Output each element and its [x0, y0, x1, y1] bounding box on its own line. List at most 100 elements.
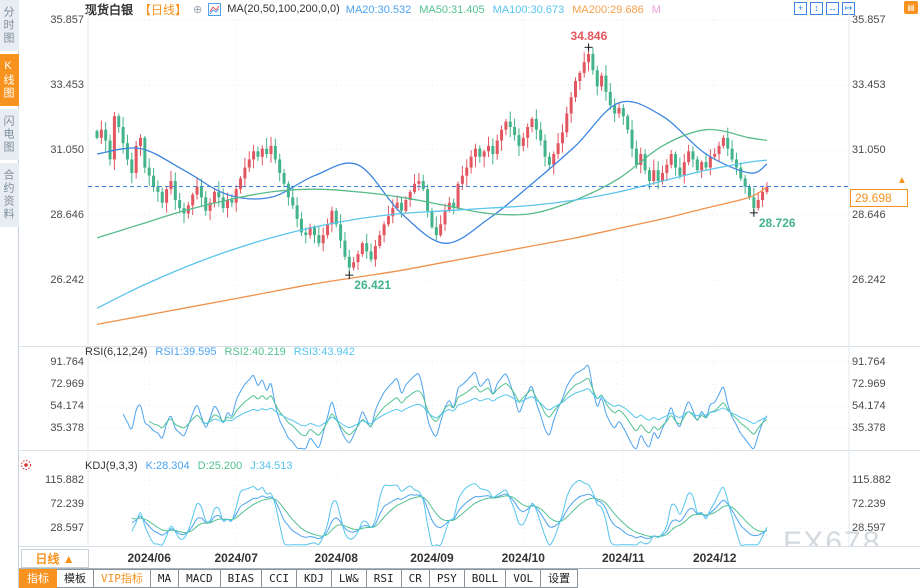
candle-body [104, 130, 107, 141]
candle-body [600, 76, 603, 87]
candle-body [270, 146, 273, 154]
xaxis-month-label: 2024/11 [602, 551, 645, 565]
candle-body [618, 108, 621, 113]
candle-body [574, 81, 577, 97]
indicator-tab-RSI[interactable]: RSI [367, 569, 402, 588]
candle-body [122, 127, 125, 143]
candle-body [570, 97, 573, 113]
rsi-axis-label-left: 54.174 [22, 400, 84, 412]
candle-body [548, 157, 551, 165]
candle-body [517, 135, 520, 146]
rsi-value-1: RSI2:40.219 [225, 346, 286, 358]
candle-body [174, 181, 177, 200]
indicator-tab-BOLL[interactable]: BOLL [465, 569, 507, 588]
candle-body [731, 149, 734, 160]
indicator-tab-CCI[interactable]: CCI [262, 569, 297, 588]
candle-body [387, 216, 390, 224]
candle-body [465, 168, 468, 176]
indicator-tab-1[interactable]: 模板 [57, 569, 94, 588]
rsi-title: RSI(6,12,24) [85, 346, 147, 358]
indicator-tab-14[interactable]: 设置 [541, 569, 578, 588]
main-axis-label-right: 31.050 [852, 144, 886, 156]
candle-body [491, 146, 494, 154]
xaxis-month-label: 2024/06 [127, 551, 170, 565]
xaxis-month-label: 2024/07 [214, 551, 257, 565]
indicator-tab-VOL[interactable]: VOL [506, 569, 541, 588]
indicator-tab-LW[interactable]: LW& [332, 569, 367, 588]
indicator-tab-MACD[interactable]: MACD [179, 569, 221, 588]
candle-body [196, 186, 199, 194]
candle-body [339, 224, 342, 240]
candle-body [191, 195, 194, 206]
candle-body [265, 149, 268, 154]
period-selector[interactable]: 日线 ▲ [21, 549, 89, 568]
candle-body [474, 149, 477, 157]
xaxis-month-label: 2024/08 [315, 551, 358, 565]
candle-body [117, 116, 120, 127]
xaxis-month-label: 2024/10 [502, 551, 545, 565]
candle-body [426, 189, 429, 211]
candle-body [657, 170, 660, 181]
candle-body [722, 138, 725, 146]
candle-body [487, 146, 490, 151]
candle-body [100, 130, 103, 138]
candle-body [674, 154, 677, 168]
candle-body [478, 149, 481, 157]
indicator-tab-KDJ[interactable]: KDJ [297, 569, 332, 588]
candle-body [500, 130, 503, 141]
candle-body [343, 241, 346, 257]
rsi-value-0: RSI1:39.595 [155, 346, 216, 358]
candle-body [135, 146, 138, 173]
candle-body [148, 168, 151, 176]
candle-body [461, 176, 464, 184]
kdj-value-1: D:25.200 [198, 460, 243, 472]
xaxis-month-label: 2024/12 [693, 551, 736, 565]
indicator-tab-PSY[interactable]: PSY [430, 569, 465, 588]
candle-body [670, 154, 673, 165]
indicator-tab-MA[interactable]: MA [151, 569, 179, 588]
price-chart-svg[interactable] [0, 0, 920, 568]
kdj-title: KDJ(9,3,3) [85, 460, 138, 472]
candle-body [365, 243, 368, 251]
indicator-tab-VIP[interactable]: VIP指标 [94, 569, 151, 588]
candle-body [522, 138, 525, 146]
indicator-tab-CR[interactable]: CR [402, 569, 430, 588]
main-axis-label-right: 28.646 [852, 209, 886, 221]
candle-body [561, 132, 564, 143]
rsi-value-2: RSI3:43.942 [294, 346, 355, 358]
indicator-tab-BIAS[interactable]: BIAS [221, 569, 263, 588]
candle-body [313, 227, 316, 235]
main-axis-label-right: 26.242 [852, 274, 886, 286]
candle-body [217, 192, 220, 197]
candle-body [291, 197, 294, 205]
candle-body [278, 159, 281, 173]
candle-body [609, 92, 612, 106]
candle-body [748, 186, 751, 197]
candle-body [578, 73, 581, 81]
candle-body [256, 151, 259, 156]
candle-body [161, 192, 164, 203]
candle-body [96, 131, 99, 138]
candle-body [504, 122, 507, 130]
candle-body [757, 200, 760, 208]
main-axis-label-left: 26.242 [22, 274, 84, 286]
price-annotation: 34.846 [571, 29, 608, 43]
main-axis-label-right: 35.857 [852, 14, 886, 26]
candle-body [239, 178, 242, 189]
candle-body [304, 232, 307, 235]
candle-body [326, 224, 329, 235]
price-annotation: 28.726 [759, 216, 796, 230]
candle-body [357, 254, 360, 262]
candle-body [400, 203, 403, 211]
kdj-value-0: K:28.304 [146, 460, 190, 472]
indicator-tab-0[interactable]: 指标 [19, 569, 57, 588]
candle-body [457, 184, 460, 208]
candle-body [496, 141, 499, 155]
candle-body [261, 149, 264, 157]
candle-body [370, 251, 373, 259]
price-annotation: 26.421 [354, 278, 391, 292]
candle-body [235, 189, 238, 203]
candle-body [222, 197, 225, 208]
kdj-axis-label-right: 115.882 [852, 474, 891, 486]
alert-icon[interactable] [20, 458, 32, 476]
